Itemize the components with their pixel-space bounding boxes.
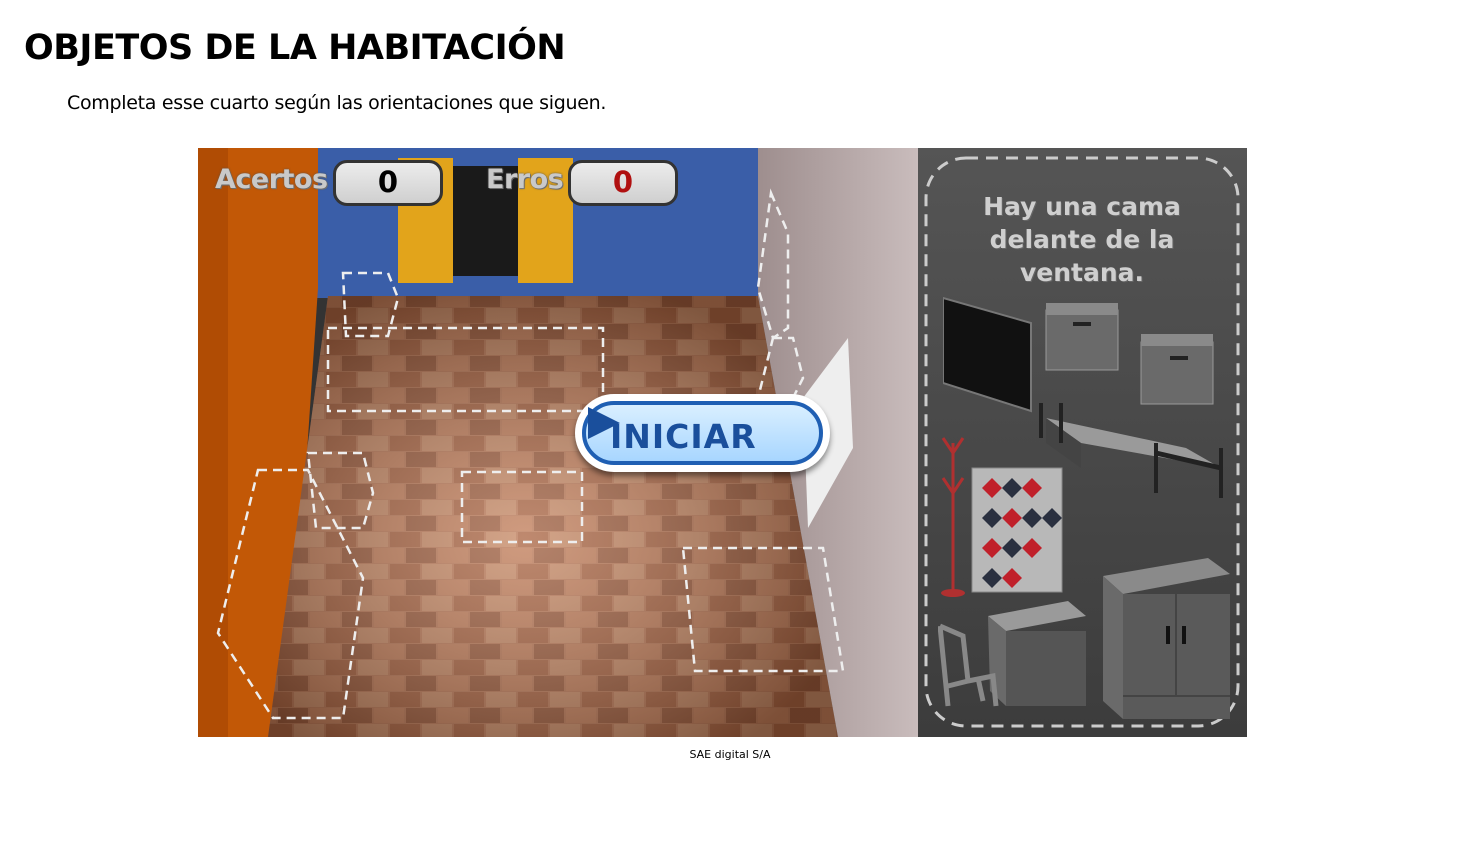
nightstand-icon[interactable] — [1043, 300, 1123, 375]
tv-icon[interactable] — [943, 293, 1033, 413]
image-credit: SAE digital S/A — [689, 748, 771, 761]
wardrobe-icon[interactable] — [1103, 556, 1233, 721]
hits-label: Acertos — [215, 164, 328, 195]
play-arrow-icon — [588, 407, 620, 439]
desk-chair-icon[interactable] — [938, 596, 1088, 708]
hint-text: Hay una cama delante de la ventana. — [983, 192, 1181, 287]
start-button-label: INICIAR — [610, 417, 757, 456]
bed-icon[interactable] — [1036, 393, 1231, 503]
coat-rack-icon[interactable] — [938, 433, 968, 598]
errors-label: Erros — [486, 164, 564, 195]
instructions: Completa esse cuarto según las orientaci… — [67, 92, 607, 114]
rug-icon[interactable] — [970, 466, 1065, 594]
start-button-face[interactable]: INICIAR — [582, 401, 823, 465]
game-stage: Acertos 0 Erros 0 INICIAR Hay una cama d… — [198, 148, 1247, 737]
hits-counter: 0 — [333, 160, 443, 206]
page-title: OBJETOS DE LA HABITACIÓN — [24, 28, 566, 68]
errors-counter: 0 — [568, 160, 678, 206]
start-button[interactable]: INICIAR — [575, 394, 830, 472]
